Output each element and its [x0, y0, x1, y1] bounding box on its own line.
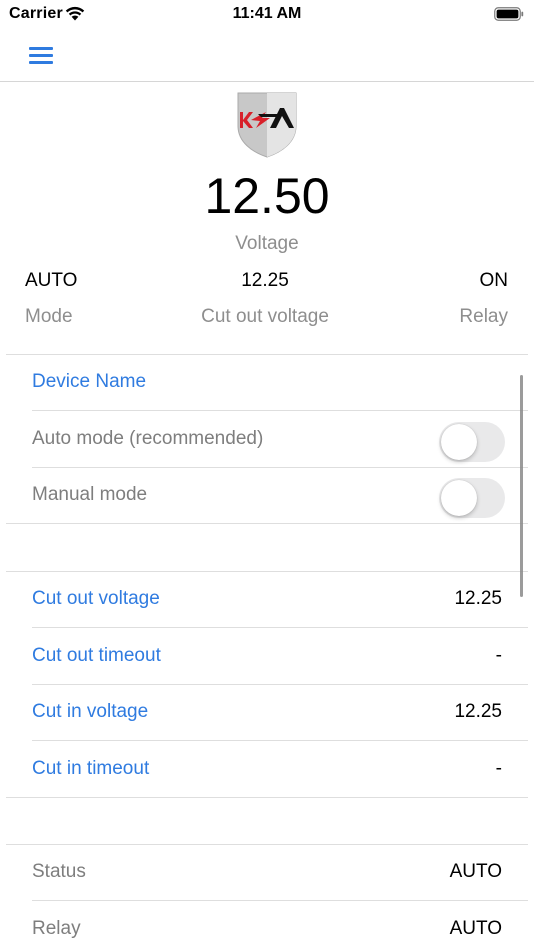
relay-row-value: AUTO [449, 918, 502, 939]
cut-in-timeout-label: Cut in timeout [32, 758, 150, 779]
scrollbar[interactable] [520, 375, 523, 597]
hamburger-icon-line [29, 54, 53, 57]
relay-value: ON [479, 270, 509, 291]
clock: 11:41 AM [232, 5, 302, 22]
battery-icon [494, 7, 524, 21]
relay-row-label: Relay [32, 918, 81, 939]
manual-mode-toggle[interactable] [439, 478, 505, 518]
auto-mode-toggle[interactable] [439, 422, 505, 462]
hamburger-icon-line [29, 61, 53, 64]
device-name-label: Device Name [32, 371, 147, 392]
status-row: Status AUTO [6, 844, 528, 901]
toggle-knob [441, 480, 477, 516]
cutout-voltage-value: 12.25 [241, 270, 289, 291]
relay-row: Relay AUTO [6, 901, 528, 950]
status-label: Status [32, 861, 86, 882]
cut-out-timeout-label: Cut out timeout [32, 645, 161, 666]
cut-in-timeout-row[interactable]: Cut in timeout - [6, 741, 528, 798]
auto-mode-row: Auto mode (recommended) [6, 411, 528, 468]
status-bar: Carrier 11:41 AM [0, 0, 534, 30]
cut-in-voltage-label: Cut in voltage [32, 701, 149, 722]
voltage-label: Voltage [235, 233, 299, 254]
cut-out-voltage-value: 12.25 [454, 588, 502, 609]
status-value: AUTO [449, 861, 502, 882]
cut-in-voltage-value: 12.25 [454, 701, 502, 722]
voltage-value: 12.50 [204, 168, 330, 224]
cutout-voltage-label: Cut out voltage [201, 306, 329, 327]
cut-out-timeout-value: - [495, 645, 502, 666]
toggle-knob [441, 424, 477, 460]
cut-out-voltage-label: Cut out voltage [32, 588, 160, 609]
cut-out-voltage-row[interactable]: Cut out voltage 12.25 [6, 571, 528, 628]
manual-mode-label: Manual mode [32, 484, 148, 505]
cut-in-voltage-row[interactable]: Cut in voltage 12.25 [6, 684, 528, 741]
navigation-bar [0, 30, 534, 82]
hamburger-icon [29, 47, 53, 50]
device-name-row[interactable]: Device Name [6, 354, 528, 411]
cut-in-timeout-value: - [495, 758, 502, 779]
brand-logo [237, 92, 297, 158]
relay-label: Relay [459, 306, 508, 327]
menu-button[interactable] [29, 44, 55, 66]
manual-mode-row: Manual mode [6, 467, 528, 524]
cut-out-timeout-row[interactable]: Cut out timeout - [6, 628, 528, 685]
auto-mode-label: Auto mode (recommended) [32, 428, 264, 449]
